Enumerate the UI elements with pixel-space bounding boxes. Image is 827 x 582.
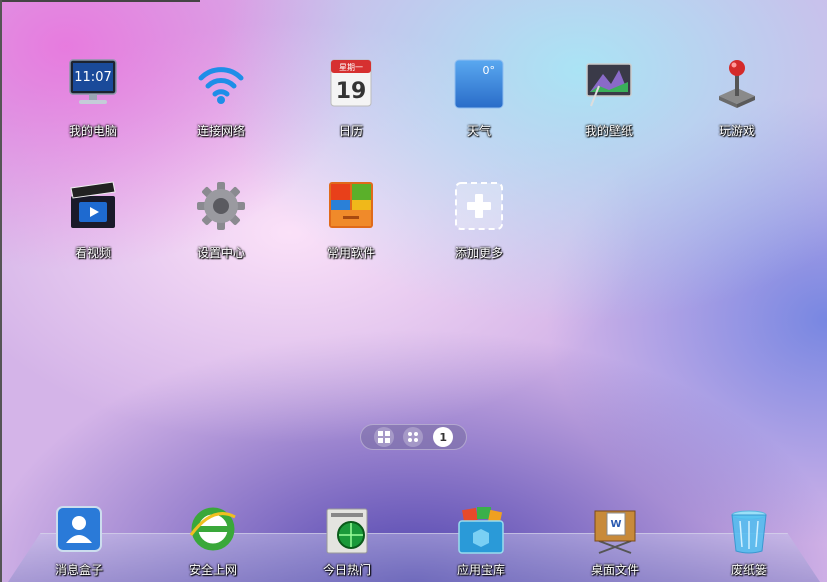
dock-desktop-files[interactable]: W 桌面文件 — [570, 505, 660, 577]
app-settings-center[interactable]: 设置中心 — [166, 178, 276, 260]
window-top-edge — [0, 0, 200, 2]
news-icon — [321, 505, 373, 557]
dock-today-hot[interactable]: 今日热门 — [302, 505, 392, 577]
dock-label: 安全上网 — [188, 563, 237, 577]
app-my-computer[interactable]: 11:07 我的电脑 — [38, 56, 148, 138]
app-label: 连接网络 — [196, 124, 245, 138]
app-play-games[interactable]: 玩游戏 — [682, 56, 792, 138]
dock-label: 桌面文件 — [590, 563, 639, 577]
clock-text: 11:07 — [74, 70, 111, 85]
svg-text:W: W — [610, 519, 621, 530]
app-store-icon — [455, 505, 507, 557]
dock-bar — [8, 533, 820, 582]
calendar-weekday: 星期一 — [339, 63, 363, 72]
add-more-icon — [451, 178, 507, 234]
window-left-edge — [0, 0, 2, 582]
wifi-icon — [193, 56, 249, 112]
app-label: 我的电脑 — [68, 124, 117, 138]
calendar-day: 19 — [336, 79, 367, 104]
monitor-icon: 11:07 — [65, 56, 121, 112]
dock-app-store[interactable]: 应用宝库 — [436, 505, 526, 577]
video-icon — [65, 178, 121, 234]
dock-label: 今日热门 — [322, 563, 371, 577]
app-watch-video[interactable]: 看视频 — [38, 178, 148, 260]
app-label: 天气 — [466, 124, 491, 138]
app-grid-button[interactable] — [403, 427, 424, 447]
grid-dots-icon — [408, 432, 419, 442]
wallpaper-icon — [581, 56, 637, 112]
app-label: 添加更多 — [454, 246, 503, 260]
calendar-icon: 星期一 19 — [323, 56, 379, 112]
app-weather[interactable]: 0° 天气 — [424, 56, 534, 138]
app-connect-network[interactable]: 连接网络 — [166, 56, 276, 138]
app-add-more[interactable]: 添加更多 — [424, 178, 534, 260]
dock-message-box[interactable]: 消息盒子 — [34, 505, 124, 577]
desktop-files-icon: W — [589, 505, 641, 557]
message-box-icon — [53, 505, 105, 557]
app-label: 看视频 — [74, 246, 111, 260]
windows-logo-icon — [377, 431, 390, 443]
dock-safe-browsing[interactable]: 安全上网 — [168, 505, 258, 577]
app-my-wallpaper[interactable]: 我的壁纸 — [554, 56, 664, 138]
app-calendar[interactable]: 星期一 19 日历 — [296, 56, 406, 138]
windows-logo-button[interactable] — [373, 427, 394, 447]
dock-label: 应用宝库 — [456, 563, 505, 577]
app-common-software[interactable]: 常用软件 — [296, 178, 406, 260]
software-box-icon — [323, 178, 379, 234]
dock-recycle-bin[interactable]: 废纸篓 — [704, 505, 794, 577]
dock-label: 消息盒子 — [54, 563, 103, 577]
app-label: 设置中心 — [196, 246, 245, 260]
page-1-button[interactable]: 1 — [433, 427, 454, 447]
app-label: 常用软件 — [326, 246, 375, 260]
gear-icon — [193, 178, 249, 234]
app-label: 玩游戏 — [718, 124, 755, 138]
page-switcher: 1 — [360, 424, 467, 450]
dock-label: 废纸篓 — [730, 563, 767, 577]
weather-temp: 0° — [483, 64, 496, 77]
app-label: 我的壁纸 — [584, 124, 633, 138]
app-label: 日历 — [338, 124, 363, 138]
recycle-bin-icon — [723, 505, 775, 557]
joystick-icon — [709, 56, 765, 112]
ie-browser-icon — [187, 505, 239, 557]
weather-icon: 0° — [451, 56, 507, 112]
